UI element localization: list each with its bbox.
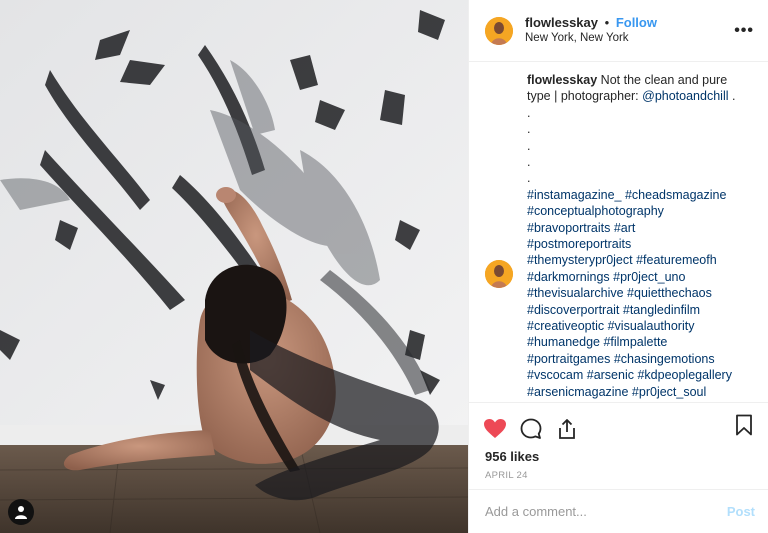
- hashtag-line[interactable]: #darkmornings #pr0ject_uno: [527, 269, 754, 285]
- heart-icon: [484, 419, 506, 438]
- more-options-button[interactable]: •••: [734, 22, 754, 40]
- comment-avatar[interactable]: [485, 260, 513, 288]
- post-photo[interactable]: [0, 0, 468, 533]
- caption-dot-line: .: [527, 154, 531, 169]
- hashtag-line[interactable]: #conceptualphotography: [527, 203, 754, 219]
- action-bar: [469, 402, 768, 447]
- header-username[interactable]: flowlesskay: [525, 15, 598, 30]
- post-image: [0, 0, 468, 533]
- hashtag-line[interactable]: #portraitgames #chasingemotions: [527, 351, 754, 367]
- save-button[interactable]: [732, 413, 756, 437]
- caption-dot-line: .: [527, 122, 531, 137]
- hashtag-line[interactable]: #thevisualarchive #quietthechaos: [527, 285, 754, 301]
- hashtag-line[interactable]: #postmoreportraits: [527, 236, 754, 252]
- hashtag-line[interactable]: #vscocam #arsenic #kdpeoplegallery: [527, 367, 754, 383]
- share-button[interactable]: [555, 417, 579, 441]
- share-icon: [559, 419, 575, 439]
- hashtag-line[interactable]: #instamagazine_ #cheadsmagazine: [527, 187, 754, 203]
- avatar[interactable]: [485, 16, 513, 45]
- bookmark-icon: [736, 414, 752, 436]
- header-separator: •: [604, 15, 610, 30]
- comment-bubble-icon: [520, 418, 542, 439]
- avatar-image: [485, 260, 513, 288]
- caption-comment: flowlesskay Not the clean and pure type …: [485, 72, 754, 400]
- user-tag-icon: [15, 506, 27, 519]
- post-container: flowlesskay • Follow New York, New York …: [0, 0, 768, 533]
- hashtag-line[interactable]: #themysterypr0ject #featuremeofh: [527, 252, 754, 268]
- caption-dot-line: .: [527, 171, 531, 186]
- post-date: APRIL 24: [485, 470, 528, 481]
- hashtag-line[interactable]: #creativeoptic #visualauthority: [527, 318, 754, 334]
- comments-list[interactable]: flowlesskay Not the clean and pure type …: [469, 62, 768, 402]
- post-header: flowlesskay • Follow New York, New York …: [469, 0, 768, 62]
- comment-input[interactable]: [485, 504, 727, 519]
- hashtag-line[interactable]: #arsenicmagazine #pr0ject_soul: [527, 384, 754, 400]
- caption-username[interactable]: flowlesskay: [527, 73, 597, 87]
- user-tag-button[interactable]: [8, 499, 34, 525]
- caption-dot-line: .: [527, 105, 531, 120]
- hashtag-line[interactable]: #bravoportraits #art: [527, 220, 754, 236]
- hashtag-line[interactable]: #humanedge #filmpalette: [527, 334, 754, 350]
- hashtag-line[interactable]: #discoverportrait #tangledinfilm: [527, 302, 754, 318]
- post-sidebar: flowlesskay • Follow New York, New York …: [468, 0, 768, 533]
- caption-mention[interactable]: @photoandchill: [642, 89, 728, 103]
- follow-button[interactable]: Follow: [616, 15, 657, 30]
- location-link[interactable]: New York, New York: [525, 31, 657, 46]
- caption-dot-line: .: [527, 138, 531, 153]
- avatar-image: [485, 16, 513, 45]
- likes-count[interactable]: 956 likes: [469, 447, 768, 467]
- like-button[interactable]: [483, 417, 507, 441]
- caption-text-after: .: [728, 89, 736, 104]
- comment-button[interactable]: [519, 417, 543, 441]
- post-comment-button[interactable]: Post: [727, 504, 755, 519]
- add-comment-section: Post: [469, 489, 768, 533]
